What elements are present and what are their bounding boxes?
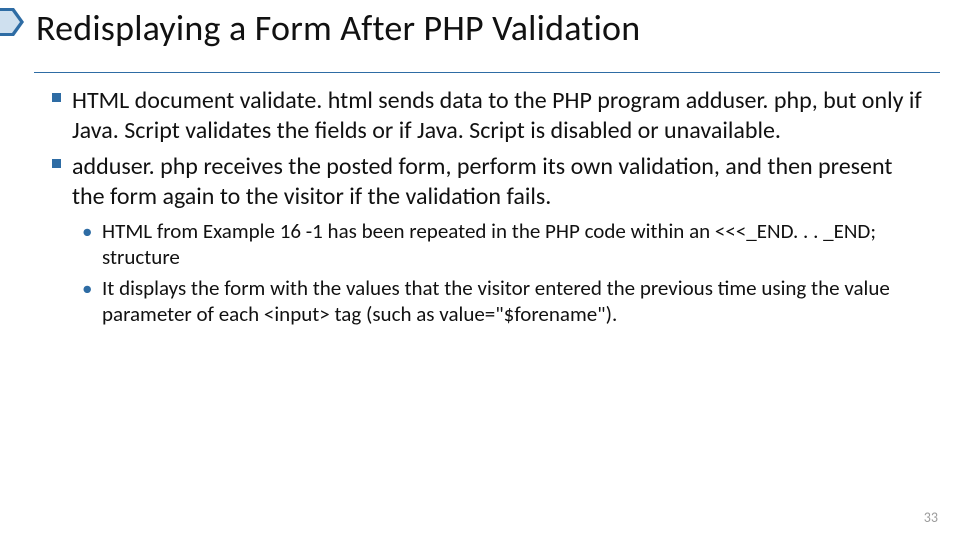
bullet-level1: HTML document validate. html sends data … [52, 86, 930, 146]
bullet-level2: HTML from Example 16 -1 has been repeate… [82, 218, 930, 271]
slide-title: Redisplaying a Form After PHP Validation [36, 6, 640, 50]
page-number: 33 [924, 509, 938, 526]
slide: Redisplaying a Form After PHP Validation… [0, 0, 960, 540]
slide-body: HTML document validate. html sends data … [52, 86, 930, 331]
title-divider [34, 72, 940, 73]
bullet-level2: It displays the form with the values tha… [82, 275, 930, 328]
bullet-level1: adduser. php receives the posted form, p… [52, 152, 930, 212]
header-arrow-icon [0, 8, 30, 38]
